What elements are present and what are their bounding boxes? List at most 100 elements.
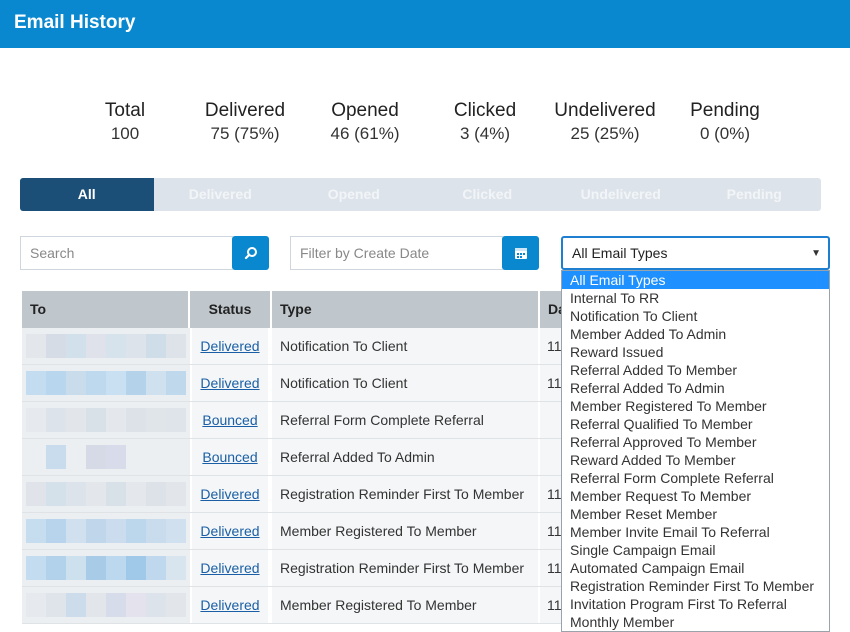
redaction-block xyxy=(106,593,126,617)
redaction-block xyxy=(166,482,186,506)
select-value: All Email Types xyxy=(572,245,668,261)
redaction-block xyxy=(146,593,166,617)
stat-undelivered: Undelivered 25 (25%) xyxy=(535,100,675,144)
email-type-select[interactable]: All Email Types ▼ xyxy=(561,236,830,270)
column-header-date[interactable]: Da xyxy=(540,291,566,328)
redaction-block xyxy=(126,556,146,580)
redaction-block xyxy=(46,445,66,469)
stat-label: Opened xyxy=(331,100,399,121)
dropdown-option[interactable]: Monthly Member xyxy=(562,613,829,631)
recipient-cell-redacted xyxy=(22,402,190,438)
redaction-block xyxy=(46,482,66,506)
redaction-block xyxy=(146,482,166,506)
redaction-block xyxy=(86,408,106,432)
date-cell: 11 xyxy=(540,587,562,623)
redaction-block xyxy=(66,593,86,617)
status-link[interactable]: Delivered xyxy=(190,328,270,364)
redaction-block xyxy=(66,482,86,506)
stat-label: Delivered xyxy=(204,100,286,121)
dropdown-option[interactable]: Member Request To Member xyxy=(562,487,829,505)
dropdown-option[interactable]: All Email Types xyxy=(562,271,829,289)
calendar-icon xyxy=(514,248,527,259)
dropdown-option[interactable]: Referral Approved To Member xyxy=(562,433,829,451)
date-cell: 11 xyxy=(540,550,562,586)
dropdown-option[interactable]: Reward Added To Member xyxy=(562,451,829,469)
dropdown-option[interactable]: Notification To Client xyxy=(562,307,829,325)
tab-delivered[interactable]: Delivered xyxy=(154,178,288,211)
redaction-block xyxy=(146,334,166,358)
redaction-block xyxy=(26,334,46,358)
dropdown-option[interactable]: Member Registered To Member xyxy=(562,397,829,415)
dropdown-option[interactable]: Referral Qualified To Member xyxy=(562,415,829,433)
column-header-to[interactable]: To xyxy=(22,291,190,328)
date-cell: 11 xyxy=(540,365,562,401)
dropdown-option[interactable]: Internal To RR xyxy=(562,289,829,307)
tab-all[interactable]: All xyxy=(20,178,154,211)
status-link[interactable]: Bounced xyxy=(190,402,270,438)
redaction-block xyxy=(26,556,46,580)
table-row: Delivered Registration Reminder First To … xyxy=(22,550,562,587)
column-header-status[interactable]: Status xyxy=(190,291,272,328)
redaction-block xyxy=(106,445,126,469)
status-link[interactable]: Delivered xyxy=(190,365,270,401)
chevron-down-icon: ▼ xyxy=(811,248,821,259)
dropdown-option[interactable]: Registration Reminder First To Member xyxy=(562,577,829,595)
redaction-block xyxy=(126,408,146,432)
redaction-block xyxy=(166,408,186,432)
redaction-block xyxy=(86,482,106,506)
search-input[interactable]: Search xyxy=(20,236,233,270)
date-filter-input[interactable]: Filter by Create Date xyxy=(290,236,503,270)
header-bar: Email History xyxy=(0,0,850,48)
email-type-cell: Member Registered To Member xyxy=(272,587,538,623)
table-row: Bounced Referral Added To Admin xyxy=(22,439,562,476)
email-type-dropdown: All Email Types Internal To RR Notificatio… xyxy=(561,270,830,632)
redaction-block xyxy=(146,556,166,580)
dropdown-option[interactable]: Invitation Program First To Referral xyxy=(562,595,829,613)
stat-value: 25 (25%) xyxy=(570,124,640,143)
status-link[interactable]: Delivered xyxy=(190,550,270,586)
table-row: Delivered Notification To Client 11 xyxy=(22,365,562,402)
recipient-cell-redacted xyxy=(22,513,190,549)
date-cell: 11 xyxy=(540,513,562,549)
dropdown-option[interactable]: Member Reset Member xyxy=(562,505,829,523)
dropdown-option[interactable]: Member Added To Admin xyxy=(562,325,829,343)
redaction-block xyxy=(66,371,86,395)
status-link[interactable]: Delivered xyxy=(190,476,270,512)
date-cell: 11 xyxy=(540,476,562,512)
status-link[interactable]: Delivered xyxy=(190,587,270,623)
table-row: Delivered Member Registered To Member 11 xyxy=(22,587,562,624)
email-type-cell: Referral Form Complete Referral xyxy=(272,402,538,438)
calendar-button[interactable] xyxy=(502,236,539,270)
dropdown-option[interactable]: Member Invite Email To Referral xyxy=(562,523,829,541)
email-type-cell: Notification To Client xyxy=(272,365,538,401)
tab-pending[interactable]: Pending xyxy=(688,178,822,211)
tab-undelivered[interactable]: Undelivered xyxy=(554,178,688,211)
dropdown-option[interactable]: Single Campaign Email xyxy=(562,541,829,559)
email-type-cell: Referral Added To Admin xyxy=(272,439,538,475)
tab-opened[interactable]: Opened xyxy=(287,178,421,211)
redaction-block xyxy=(46,371,66,395)
dropdown-option[interactable]: Reward Issued xyxy=(562,343,829,361)
column-header-type[interactable]: Type xyxy=(272,291,540,328)
dropdown-option[interactable]: Referral Form Complete Referral xyxy=(562,469,829,487)
redaction-block xyxy=(26,593,46,617)
dropdown-option[interactable]: Automated Campaign Email xyxy=(562,559,829,577)
redaction-block xyxy=(146,408,166,432)
status-link[interactable]: Bounced xyxy=(190,439,270,475)
dropdown-option[interactable]: Referral Added To Member xyxy=(562,361,829,379)
tab-clicked[interactable]: Clicked xyxy=(421,178,555,211)
redaction-block xyxy=(126,519,146,543)
status-link[interactable]: Delivered xyxy=(190,513,270,549)
recipient-cell-redacted xyxy=(22,476,190,512)
redaction-block xyxy=(66,519,86,543)
date-cell xyxy=(540,402,562,438)
redaction-block xyxy=(46,593,66,617)
email-type-cell: Notification To Client xyxy=(272,328,538,364)
redaction-block xyxy=(66,408,86,432)
redaction-block xyxy=(46,408,66,432)
redaction-block xyxy=(46,519,66,543)
stat-value: 100 xyxy=(110,124,140,143)
redaction-block xyxy=(86,556,106,580)
search-button[interactable] xyxy=(232,236,269,270)
dropdown-option[interactable]: Referral Added To Admin xyxy=(562,379,829,397)
